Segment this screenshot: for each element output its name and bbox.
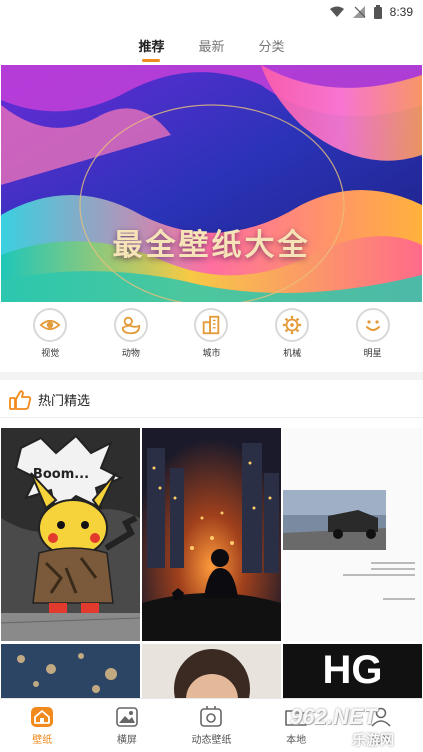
- sky-image: [1, 644, 140, 698]
- wallpaper-tile[interactable]: [142, 428, 281, 641]
- gear-icon: [282, 315, 302, 335]
- status-bar: 8:39: [0, 0, 423, 24]
- category-animals[interactable]: 动物: [101, 308, 161, 370]
- wallpaper-tile[interactable]: [142, 644, 281, 698]
- poster-car-image: [283, 428, 422, 641]
- category-label: 动物: [121, 349, 140, 359]
- banner-artwork: [1, 65, 422, 302]
- nav-label: 我的: [370, 734, 391, 746]
- signal-icon: [352, 6, 366, 18]
- smile-icon: [365, 320, 380, 331]
- nav-label: 本地: [286, 734, 307, 746]
- category-label: 机械: [283, 349, 302, 359]
- home-icon: [31, 706, 54, 727]
- banner-title: 最全壁纸大全: [112, 228, 311, 263]
- building-icon: [203, 315, 220, 335]
- tab-recommended[interactable]: 推荐: [138, 24, 164, 62]
- section-divider: [0, 372, 423, 380]
- folder-icon: [285, 709, 307, 726]
- category-mechanical[interactable]: 机械: [262, 308, 322, 370]
- pikachu-graffiti-image: Boom...: [1, 428, 140, 641]
- top-tabs: 推荐 最新 分类: [0, 24, 423, 62]
- nav-label: 横屏: [116, 734, 137, 746]
- eye-icon: [39, 319, 61, 331]
- status-time: 8:39: [389, 5, 413, 19]
- wallpaper-tile[interactable]: [1, 644, 140, 698]
- nav-mine[interactable]: 我的: [338, 699, 423, 752]
- nav-landscape[interactable]: 横屏: [85, 699, 170, 752]
- nav-live-wallpaper[interactable]: 动态壁纸: [169, 699, 254, 752]
- category-visual[interactable]: 视觉: [20, 308, 80, 370]
- section-title: 热门精选: [38, 394, 91, 409]
- nav-label: 动态壁纸: [191, 734, 232, 746]
- duck-icon: [121, 316, 141, 335]
- hg-text: HG: [322, 648, 383, 692]
- wallpaper-tile[interactable]: HG: [283, 644, 422, 698]
- tab-categories[interactable]: 分类: [259, 24, 285, 62]
- image-icon: [116, 706, 138, 727]
- wallpaper-tile[interactable]: [283, 428, 422, 641]
- live-image-icon: [200, 705, 223, 727]
- portrait-image: [142, 644, 281, 698]
- category-stars[interactable]: 明星: [343, 308, 403, 370]
- graffiti-text: Boom...: [33, 467, 89, 482]
- battery-icon: [373, 5, 382, 19]
- night-city-image: [142, 428, 281, 641]
- wallpaper-tile[interactable]: Boom...: [1, 428, 140, 641]
- tab-latest[interactable]: 最新: [198, 24, 224, 62]
- category-label: 明星: [363, 349, 382, 359]
- category-city[interactable]: 城市: [181, 308, 241, 370]
- section-header: 热门精选: [0, 382, 423, 418]
- wallpaper-grid: Boom... HG: [0, 428, 423, 698]
- category-label: 视觉: [41, 349, 60, 359]
- thumbs-up-icon: [9, 389, 32, 410]
- nav-local[interactable]: 本地: [254, 699, 339, 752]
- banner[interactable]: 最全壁纸大全: [1, 65, 422, 302]
- category-row: 视觉 动物 城市 机械 明星: [0, 308, 423, 370]
- category-label: 城市: [202, 349, 221, 359]
- user-icon: [371, 707, 391, 727]
- nav-label: 壁纸: [32, 734, 53, 746]
- nav-wallpaper[interactable]: 壁纸: [0, 699, 85, 752]
- bottom-nav: 壁纸 横屏 动态壁纸 本地 我的: [0, 698, 423, 752]
- wifi-icon: [329, 6, 344, 17]
